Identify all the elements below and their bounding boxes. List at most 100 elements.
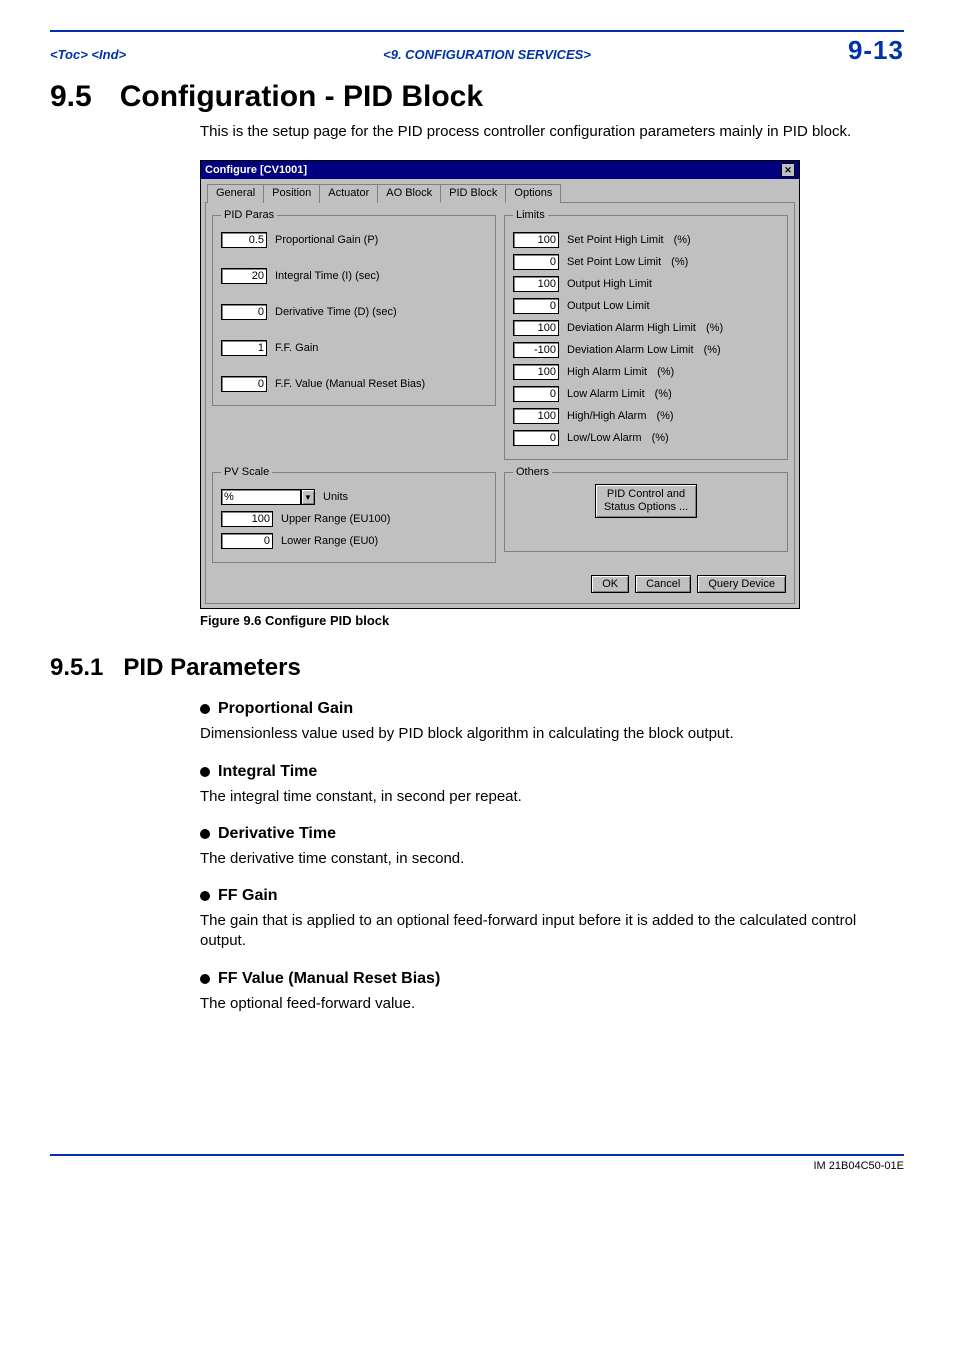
header-rule xyxy=(50,30,904,32)
dev-high-unit: (%) xyxy=(706,322,723,334)
sp-high-unit: (%) xyxy=(674,234,691,246)
tab-actuator[interactable]: Actuator xyxy=(319,184,378,203)
bullet-block-2: Derivative Time The derivative time cons… xyxy=(200,825,904,869)
section-heading: 9.5 Configuration - PID Block xyxy=(50,80,904,114)
bullet-icon xyxy=(200,767,210,777)
configure-dialog: Configure [CV1001] ✕ General Position Ac… xyxy=(200,160,800,609)
derivative-time-label: Derivative Time (D) (sec) xyxy=(275,306,397,318)
out-high-input[interactable] xyxy=(513,276,559,292)
high-alarm-input[interactable] xyxy=(513,364,559,380)
limits-group: Limits Set Point High Limit(%) Set Point… xyxy=(504,209,788,460)
chevron-down-icon[interactable]: ▼ xyxy=(301,489,315,505)
tab-position[interactable]: Position xyxy=(263,184,320,203)
section-number: 9.5 xyxy=(50,80,92,114)
bullet-heading: Proportional Gain xyxy=(218,700,353,718)
bullet-heading: Derivative Time xyxy=(218,825,336,843)
bullet-icon xyxy=(200,974,210,984)
tab-general[interactable]: General xyxy=(207,184,264,203)
proportional-gain-label: Proportional Gain (P) xyxy=(275,234,378,246)
units-label: Units xyxy=(323,491,348,503)
section-intro: This is the setup page for the PID proce… xyxy=(200,122,904,142)
ff-gain-input[interactable] xyxy=(221,340,267,356)
pid-paras-legend: PID Paras xyxy=(221,209,277,221)
pid-paras-group: PID Paras Proportional Gain (P) Integral… xyxy=(212,209,496,406)
low-alarm-label: Low Alarm Limit xyxy=(567,388,645,400)
sp-low-label: Set Point Low Limit xyxy=(567,256,661,268)
sp-high-input[interactable] xyxy=(513,232,559,248)
limits-legend: Limits xyxy=(513,209,548,221)
dev-low-label: Deviation Alarm Low Limit xyxy=(567,344,694,356)
header-page-number: 9-13 xyxy=(848,35,904,66)
ll-alarm-unit: (%) xyxy=(652,432,669,444)
proportional-gain-input[interactable] xyxy=(221,232,267,248)
tab-pid-block[interactable]: PID Block xyxy=(440,184,506,203)
subsection-title: PID Parameters xyxy=(123,654,300,682)
dialog-title: Configure [CV1001] xyxy=(205,164,307,176)
high-alarm-unit: (%) xyxy=(657,366,674,378)
lower-range-input[interactable] xyxy=(221,533,273,549)
others-legend: Others xyxy=(513,466,552,478)
ff-gain-label: F.F. Gain xyxy=(275,342,318,354)
dialog-titlebar: Configure [CV1001] ✕ xyxy=(201,161,799,179)
integral-time-input[interactable] xyxy=(221,268,267,284)
page-header: <Toc> <Ind> <9. CONFIGURATION SERVICES> … xyxy=(50,35,904,66)
low-alarm-input[interactable] xyxy=(513,386,559,402)
subsection-heading: 9.5.1 PID Parameters xyxy=(50,654,904,682)
dialog-body: PID Paras Proportional Gain (P) Integral… xyxy=(205,202,795,604)
dev-low-input[interactable] xyxy=(513,342,559,358)
units-select[interactable]: ▼ xyxy=(221,489,315,505)
dev-high-label: Deviation Alarm High Limit xyxy=(567,322,696,334)
hh-alarm-unit: (%) xyxy=(656,410,673,422)
close-icon[interactable]: ✕ xyxy=(781,163,795,177)
dev-low-unit: (%) xyxy=(704,344,721,356)
ll-alarm-input[interactable] xyxy=(513,430,559,446)
ff-value-label: F.F. Value (Manual Reset Bias) xyxy=(275,378,425,390)
ll-alarm-label: Low/Low Alarm xyxy=(567,432,642,444)
bullet-block-1: Integral Time The integral time constant… xyxy=(200,763,904,807)
sp-low-input[interactable] xyxy=(513,254,559,270)
hh-alarm-label: High/High Alarm xyxy=(567,410,646,422)
header-center: <9. CONFIGURATION SERVICES> xyxy=(383,47,591,62)
pv-scale-legend: PV Scale xyxy=(221,466,272,478)
footer-text: IM 21B04C50-01E xyxy=(50,1160,904,1172)
units-value[interactable] xyxy=(221,489,301,505)
footer-rule xyxy=(50,1154,904,1156)
bullet-text: Dimensionless value used by PID block al… xyxy=(200,724,904,744)
integral-time-label: Integral Time (I) (sec) xyxy=(275,270,380,282)
lower-range-label: Lower Range (EU0) xyxy=(281,535,378,547)
figure-wrap: Configure [CV1001] ✕ General Position Ac… xyxy=(200,160,904,628)
cancel-button[interactable]: Cancel xyxy=(635,575,691,593)
upper-range-input[interactable] xyxy=(221,511,273,527)
upper-range-label: Upper Range (EU100) xyxy=(281,513,390,525)
dialog-button-row: OK Cancel Query Device xyxy=(212,569,788,597)
bullet-block-0: Proportional Gain Dimensionless value us… xyxy=(200,700,904,744)
sp-low-unit: (%) xyxy=(671,256,688,268)
out-low-label: Output Low Limit xyxy=(567,300,650,312)
bullet-icon xyxy=(200,704,210,714)
query-device-button[interactable]: Query Device xyxy=(697,575,786,593)
out-high-label: Output High Limit xyxy=(567,278,652,290)
bullet-block-4: FF Value (Manual Reset Bias) The optiona… xyxy=(200,970,904,1014)
bullet-text: The optional feed-forward value. xyxy=(200,994,904,1014)
high-alarm-label: High Alarm Limit xyxy=(567,366,647,378)
hh-alarm-input[interactable] xyxy=(513,408,559,424)
bullet-text: The gain that is applied to an optional … xyxy=(200,911,904,952)
tab-options[interactable]: Options xyxy=(505,184,561,203)
pid-control-status-l2: Status Options ... xyxy=(604,501,688,513)
bullet-icon xyxy=(200,829,210,839)
section-title: Configuration - PID Block xyxy=(120,80,483,114)
pid-control-status-button[interactable]: PID Control and Status Options ... xyxy=(595,484,697,517)
bullet-icon xyxy=(200,891,210,901)
others-group: Others PID Control and Status Options ..… xyxy=(504,466,788,552)
ff-value-input[interactable] xyxy=(221,376,267,392)
subsection-number: 9.5.1 xyxy=(50,654,103,682)
dev-high-input[interactable] xyxy=(513,320,559,336)
bullet-block-3: FF Gain The gain that is applied to an o… xyxy=(200,887,904,952)
out-low-input[interactable] xyxy=(513,298,559,314)
ok-button[interactable]: OK xyxy=(591,575,629,593)
tab-ao-block[interactable]: AO Block xyxy=(377,184,441,203)
bullet-heading: FF Value (Manual Reset Bias) xyxy=(218,970,440,988)
bullet-heading: Integral Time xyxy=(218,763,317,781)
derivative-time-input[interactable] xyxy=(221,304,267,320)
pid-control-status-l1: PID Control and xyxy=(607,488,685,500)
